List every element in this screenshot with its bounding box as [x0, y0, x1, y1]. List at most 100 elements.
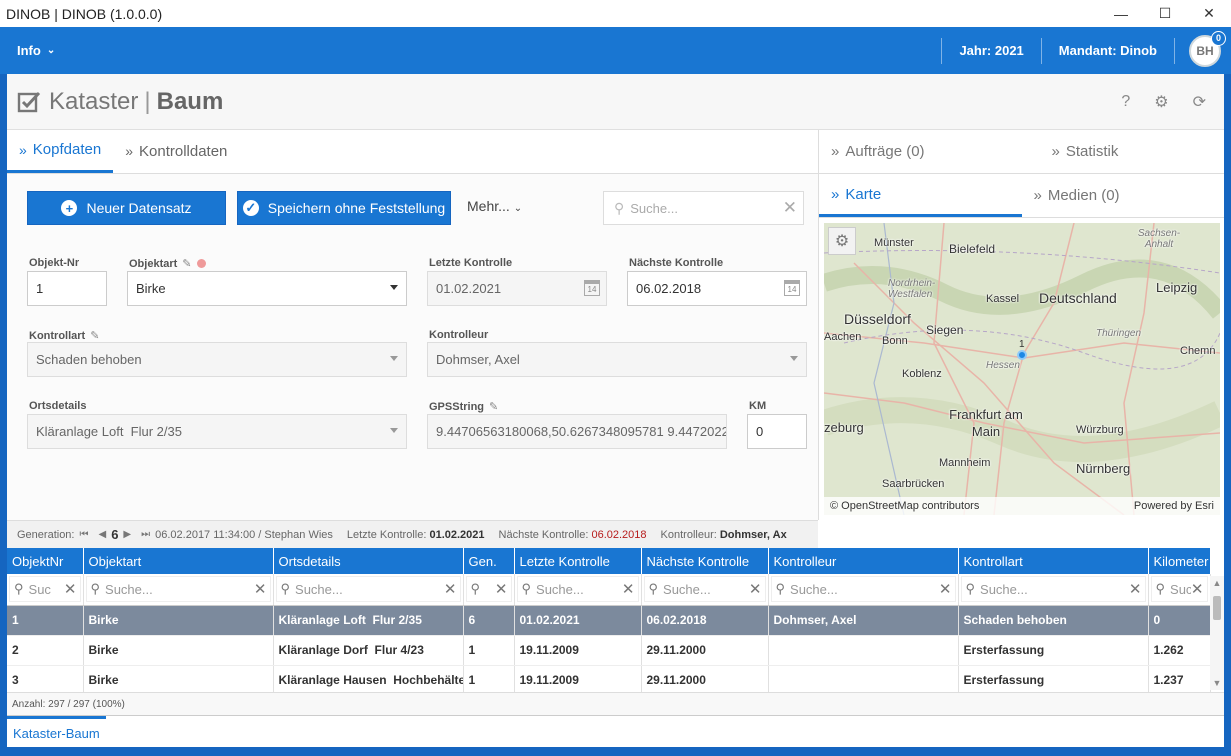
naechste-kontrolle-field[interactable]: 06.02.2018 14 [627, 271, 807, 306]
clear-icon[interactable]: ✕ [783, 198, 797, 218]
more-menu[interactable]: Mehr... ⌄ [467, 198, 522, 214]
grid-scrollbar[interactable]: ▲ ▼ [1210, 576, 1224, 690]
side-tabs-bottom: » Karte » Medien (0) [819, 174, 1224, 218]
km-field[interactable]: 0 [747, 414, 807, 449]
filter-input-kilometer[interactable]: ⚲ Suc ✕ [1150, 576, 1208, 603]
letzte-kontrolle-value: 01.02.2021 [436, 281, 502, 296]
avatar[interactable]: BH 0 [1189, 30, 1226, 67]
column-header-objektart[interactable]: Objektart [83, 548, 274, 574]
cell-kontrollart: Ersterfassung [958, 665, 1149, 696]
page-title: Kataster | Baum [49, 88, 223, 116]
clear-icon[interactable]: ✕ [938, 580, 952, 599]
map-settings-gear-icon[interactable]: ⚙ [828, 227, 856, 255]
next-record-icon[interactable]: ▶ [123, 529, 131, 540]
table-row[interactable]: 1 Birke Kläranlage Loft Flur 2/35 6 01.0… [7, 605, 1211, 636]
calendar-icon[interactable]: 14 [784, 280, 800, 296]
filter-input-ortsdetails[interactable]: ⚲ Suche... ✕ [275, 576, 461, 603]
clear-icon[interactable]: ✕ [443, 580, 457, 599]
tab-label: Statistik [1065, 143, 1119, 160]
filter-input-naechste-kontrolle[interactable]: ⚲ Suche... ✕ [643, 576, 766, 603]
search-icon: ⚲ [1155, 581, 1166, 597]
column-header-ortsdetails[interactable]: Ortsdetails [273, 548, 464, 574]
search-icon: ⚲ [521, 581, 532, 597]
letzte-kontrolle-field: 01.02.2021 14 [427, 271, 607, 306]
save-button[interactable]: ✓ Speichern ohne Feststellung [237, 191, 451, 225]
map-label: Aachen [824, 331, 862, 343]
pencil-icon[interactable]: ✎ [90, 330, 99, 342]
record-count: Anzahl: 297 / 297 (100%) [7, 692, 1224, 715]
cell-letzte-kontrolle: 19.11.2009 [514, 665, 642, 696]
clear-icon[interactable]: ✕ [253, 580, 267, 599]
kontrollart-select[interactable]: Schaden behoben [27, 342, 407, 377]
info-menu[interactable]: Info ⌄ [17, 27, 55, 74]
clear-icon[interactable]: ✕ [621, 580, 635, 599]
year-selector[interactable]: Jahr: 2021 [942, 43, 1040, 58]
filter-input-kontrollart[interactable]: ⚲ Suche... ✕ [960, 576, 1146, 603]
tab-kontrolldaten[interactable]: » Kontrolldaten [113, 129, 239, 173]
filter-input-objektnr[interactable]: ⚲ Suc ✕ [9, 576, 81, 603]
search-icon: ⚲ [90, 581, 101, 597]
search-placeholder: Suche... [630, 200, 678, 216]
minimize-button[interactable]: — [1099, 0, 1143, 27]
refresh-icon[interactable]: ⟳ [1193, 92, 1206, 112]
tab-karte[interactable]: » Karte [819, 174, 1022, 217]
column-header-objektnr[interactable]: ObjektNr [7, 548, 84, 574]
tab-auftraege[interactable]: » Aufträge (0) [819, 130, 1022, 173]
last-record-icon[interactable]: ⏭ [141, 529, 150, 540]
record-status-bar: Generation: ⏮ ◀ 6 ▶ ⏭ 06.02.2017 11:34:0… [7, 520, 818, 548]
new-record-button[interactable]: + Neuer Datensatz [27, 191, 226, 225]
table-row[interactable]: 3 Birke Kläranlage Hausen Hochbehälter 1… [7, 665, 1211, 696]
map-pin-icon[interactable] [1017, 350, 1027, 360]
scroll-down-icon[interactable]: ▼ [1210, 676, 1224, 690]
tab-label: Kopfdaten [32, 141, 102, 158]
scrollbar-thumb[interactable] [1213, 596, 1221, 620]
help-icon[interactable]: ? [1121, 93, 1130, 111]
clear-icon[interactable]: ✕ [1128, 580, 1142, 599]
clear-icon[interactable]: ✕ [63, 580, 77, 599]
filter-input-letzte-kontrolle[interactable]: ⚲ Suche... ✕ [516, 576, 639, 603]
objektart-select[interactable]: Birke [127, 271, 407, 306]
map-view[interactable]: ⚙ Münster Bielefeld Sachsen-Anhalt Nordr… [824, 223, 1220, 515]
map-label: Saarbrücken [882, 478, 945, 490]
objekt-nr-field[interactable]: 1 [27, 271, 107, 306]
close-window-button[interactable]: ✕ [1187, 0, 1231, 27]
scroll-up-icon[interactable]: ▲ [1210, 576, 1224, 590]
gps-field[interactable]: 9.44706563180068,50.6267348095781 9.4472… [427, 414, 727, 449]
column-header-letzte-kontrolle[interactable]: Letzte Kontrolle [514, 548, 642, 574]
record-search-input[interactable]: ⚲ Suche... ✕ [603, 191, 804, 225]
ortsdetails-select[interactable]: Kläranlage Loft Flur 2/35 [27, 414, 407, 449]
column-header-kontrolleur[interactable]: Kontrolleur [768, 548, 959, 574]
tab-kopfdaten[interactable]: » Kopfdaten [7, 129, 114, 173]
prev-record-icon[interactable]: ◀ [98, 529, 106, 540]
ortsdetails-value: Kläranlage Loft Flur 2/35 [36, 424, 182, 439]
cell-kontrolleur [768, 635, 959, 666]
pencil-icon[interactable]: ✎ [182, 258, 191, 270]
tab-statistik[interactable]: » Statistik [1022, 130, 1225, 173]
column-header-kontrollart[interactable]: Kontrollart [958, 548, 1149, 574]
gear-icon[interactable]: ⚙ [1154, 92, 1168, 112]
cell-objektnr: 2 [7, 635, 84, 666]
kontrolleur-select[interactable]: Dohmser, Axel [427, 342, 807, 377]
column-header-gen[interactable]: Gen. [463, 548, 515, 574]
clear-icon[interactable]: ✕ [494, 580, 508, 599]
tab-kataster-baum[interactable]: Kataster-Baum [7, 716, 106, 748]
tab-medien[interactable]: » Medien (0) [1022, 174, 1225, 217]
filter-input-objektart[interactable]: ⚲ Suche... ✕ [85, 576, 271, 603]
caret-down-icon [390, 285, 398, 290]
column-header-kilometer[interactable]: Kilometer [1148, 548, 1211, 574]
filter-input-gen[interactable]: ⚲ ✕ [465, 576, 512, 603]
filter-row: ⚲ Suc ✕ ⚲ Suche... ✕ ⚲ Suche... ✕ ⚲ ✕ ⚲ Suche...… [7, 574, 1211, 606]
title-separator: | [144, 87, 151, 115]
maximize-button[interactable]: ☐ [1143, 0, 1187, 27]
pencil-icon[interactable]: ✎ [489, 401, 498, 413]
first-record-icon[interactable]: ⏮ [79, 529, 88, 540]
filter-input-kontrolleur[interactable]: ⚲ Suche... ✕ [770, 576, 956, 603]
tenant-selector[interactable]: Mandant: Dinob [1042, 43, 1174, 58]
clear-icon[interactable]: ✕ [748, 580, 762, 599]
column-header-naechste-kontrolle[interactable]: Nächste Kontrolle [641, 548, 769, 574]
window-title: DINOB | DINOB (1.0.0.0) [6, 5, 163, 22]
table-row[interactable]: 2 Birke Kläranlage Dorf Flur 4/23 1 19.1… [7, 635, 1211, 666]
caret-down-icon [790, 356, 798, 361]
objektart-label-text: Objektart [129, 258, 178, 270]
clear-icon[interactable]: ✕ [1190, 580, 1204, 599]
